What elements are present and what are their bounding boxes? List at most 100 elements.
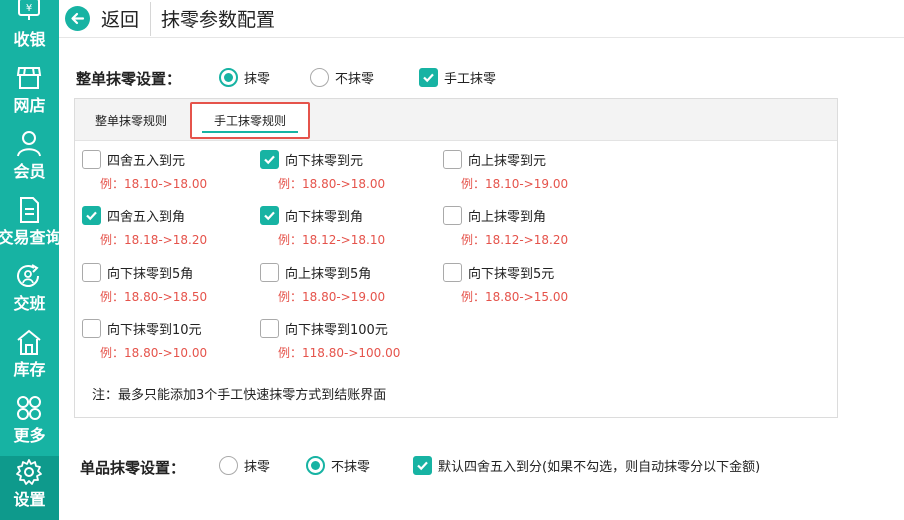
rule-checkbox[interactable]: 向上抹零到元 xyxy=(443,150,546,169)
checkmark-icon xyxy=(260,150,279,169)
tab-label: 手工抹零规则 xyxy=(213,114,286,128)
sidebar-item-inventory[interactable]: 库存 xyxy=(0,326,59,390)
rule-label: 向下抹零到5角 xyxy=(107,267,194,282)
checkbox-icon xyxy=(82,319,101,338)
manual-round-checkbox[interactable]: 手工抹零 xyxy=(419,68,496,87)
rule-checkbox[interactable]: 向下抹零到100元 xyxy=(260,319,388,338)
sidebar-item-online-store[interactable]: 网店 xyxy=(0,62,59,126)
rule-checkbox[interactable]: 四舍五入到角 xyxy=(82,206,185,225)
sidebar-item-member[interactable]: 会员 xyxy=(0,128,59,192)
rule-label: 向下抹零到10元 xyxy=(107,323,202,338)
sidebar-item-label: 设置 xyxy=(13,490,46,509)
rule-checkbox[interactable]: 向下抹零到10元 xyxy=(82,319,202,338)
checkmark-icon xyxy=(82,206,101,225)
rule-down-10yuan: 向下抹零到10元 例：18.80->10.00 xyxy=(82,319,207,360)
checkbox-icon xyxy=(82,150,101,169)
single-item-round-radio[interactable]: 抹零 xyxy=(219,456,270,475)
option-label: 抹零 xyxy=(244,460,271,475)
rule-example: 例：18.80->18.50 xyxy=(100,290,208,304)
rule-example: 例：18.18->18.20 xyxy=(100,233,208,247)
checkmark-icon xyxy=(260,206,279,225)
sidebar-item-transactions[interactable]: 交易查询 xyxy=(0,194,59,258)
sidebar-item-label: 会员 xyxy=(13,162,46,181)
rule-example: 例：18.10->18.00 xyxy=(100,177,208,191)
rule-label: 向下抹零到元 xyxy=(285,154,364,169)
rule-checkbox[interactable]: 向下抹零到元 xyxy=(260,150,363,169)
sidebar-item-settings[interactable]: 设置 xyxy=(0,456,59,520)
rule-checkbox[interactable]: 向下抹零到5元 xyxy=(443,263,554,282)
rule-label: 向下抹零到5元 xyxy=(468,267,555,282)
checkbox-icon xyxy=(443,150,462,169)
rule-checkbox[interactable]: 向上抹零到5角 xyxy=(260,263,371,282)
page-title: 抹零参数配置 xyxy=(161,9,276,31)
rule-down-yuan: 向下抹零到元 例：18.80->18.00 xyxy=(260,150,385,191)
option-label: 不抹零 xyxy=(331,460,371,475)
radio-unchecked-icon xyxy=(219,456,238,475)
radio-unchecked-icon xyxy=(310,68,329,87)
rule-example: 例：18.12->18.10 xyxy=(278,233,386,247)
sidebar-item-label: 库存 xyxy=(13,360,46,379)
shift-icon xyxy=(16,262,42,290)
rule-example: 例：18.10->19.00 xyxy=(461,177,569,191)
svg-text:¥: ¥ xyxy=(26,3,32,14)
rule-label: 四舍五入到角 xyxy=(107,210,186,225)
rule-checkbox[interactable]: 向下抹零到5角 xyxy=(82,263,193,282)
rule-example: 例：18.80->19.00 xyxy=(278,290,386,304)
rule-example: 例：18.12->18.20 xyxy=(461,233,569,247)
checkbox-icon xyxy=(260,263,279,282)
shop-icon xyxy=(16,64,42,92)
option-label: 抹零 xyxy=(244,72,271,87)
option-label: 手工抹零 xyxy=(444,72,497,87)
single-item-no-round-radio[interactable]: 不抹零 xyxy=(306,456,370,475)
warehouse-icon xyxy=(16,328,42,356)
rule-example: 例：18.80->10.00 xyxy=(100,346,208,360)
sidebar-item-checkout[interactable]: ¥ 收银 xyxy=(0,0,59,60)
sidebar-item-label: 交易查询 xyxy=(0,228,59,247)
tab-bar: 整单抹零规则 手工抹零规则 xyxy=(75,99,837,141)
option-label: 不抹零 xyxy=(335,72,375,87)
rules-panel: 整单抹零规则 手工抹零规则 四舍五入到元 例：18.10->18.00 向下抹零… xyxy=(74,98,838,418)
arrow-left-icon xyxy=(65,5,90,31)
sidebar-item-label: 交班 xyxy=(13,294,46,313)
back-label: 返回 xyxy=(101,8,140,31)
header: 返回 抹零参数配置 xyxy=(59,0,904,38)
whole-order-round-radio[interactable]: 抹零 xyxy=(219,68,270,87)
rule-down-5jiao: 向下抹零到5角 例：18.80->18.50 xyxy=(82,263,207,304)
rule-checkbox[interactable]: 四舍五入到元 xyxy=(82,150,185,169)
rule-down-jiao: 向下抹零到角 例：18.12->18.10 xyxy=(260,206,385,247)
default-round-fen-checkbox[interactable]: 默认四舍五入到分(如果不勾选，则自动抹零分以下金额) xyxy=(413,456,760,475)
checkbox-icon xyxy=(82,263,101,282)
radio-checked-icon xyxy=(219,68,238,87)
rule-label: 向下抹零到角 xyxy=(285,210,364,225)
rule-example: 例：18.80->15.00 xyxy=(461,290,569,304)
sidebar-item-more[interactable]: 更多 xyxy=(0,392,59,456)
rule-down-5yuan: 向下抹零到5元 例：18.80->15.00 xyxy=(443,263,568,304)
tab-active-underline xyxy=(202,131,298,133)
rule-label: 向上抹零到5角 xyxy=(285,267,372,282)
option-label: 默认四舍五入到分(如果不勾选，则自动抹零分以下金额) xyxy=(438,460,761,475)
rule-checkbox[interactable]: 向上抹零到角 xyxy=(443,206,546,225)
tab-whole-order-rules[interactable]: 整单抹零规则 xyxy=(75,99,187,141)
rule-label: 向下抹零到100元 xyxy=(285,323,388,338)
sidebar: ¥ 收银 网店 会员 交易查询 交班 库存 更多 设置 xyxy=(0,0,59,520)
rules-note: 注：最多只能添加3个手工快速抹零方式到结账界面 xyxy=(92,388,387,403)
whole-order-no-round-radio[interactable]: 不抹零 xyxy=(310,68,374,87)
tab-label: 整单抹零规则 xyxy=(94,113,167,128)
tab-manual-rules[interactable]: 手工抹零规则 xyxy=(190,102,310,139)
gear-icon xyxy=(16,458,42,486)
more-icon xyxy=(16,394,42,422)
radio-checked-icon xyxy=(306,456,325,475)
rule-label: 向上抹零到元 xyxy=(468,154,547,169)
single-item-label: 单品抹零设置： xyxy=(80,459,186,477)
rule-down-100yuan: 向下抹零到100元 例：118.80->100.00 xyxy=(260,319,400,360)
rule-label: 四舍五入到元 xyxy=(107,154,186,169)
rule-up-jiao: 向上抹零到角 例：18.12->18.20 xyxy=(443,206,568,247)
sidebar-item-label: 收银 xyxy=(13,30,46,49)
back-button[interactable]: 返回 xyxy=(65,4,139,32)
rule-round-jiao: 四舍五入到角 例：18.18->18.20 xyxy=(82,206,207,247)
checkbox-icon xyxy=(260,319,279,338)
sidebar-item-shift[interactable]: 交班 xyxy=(0,260,59,324)
rule-checkbox[interactable]: 向下抹零到角 xyxy=(260,206,363,225)
rule-round-yuan: 四舍五入到元 例：18.10->18.00 xyxy=(82,150,207,191)
checkmark-icon xyxy=(413,456,432,475)
